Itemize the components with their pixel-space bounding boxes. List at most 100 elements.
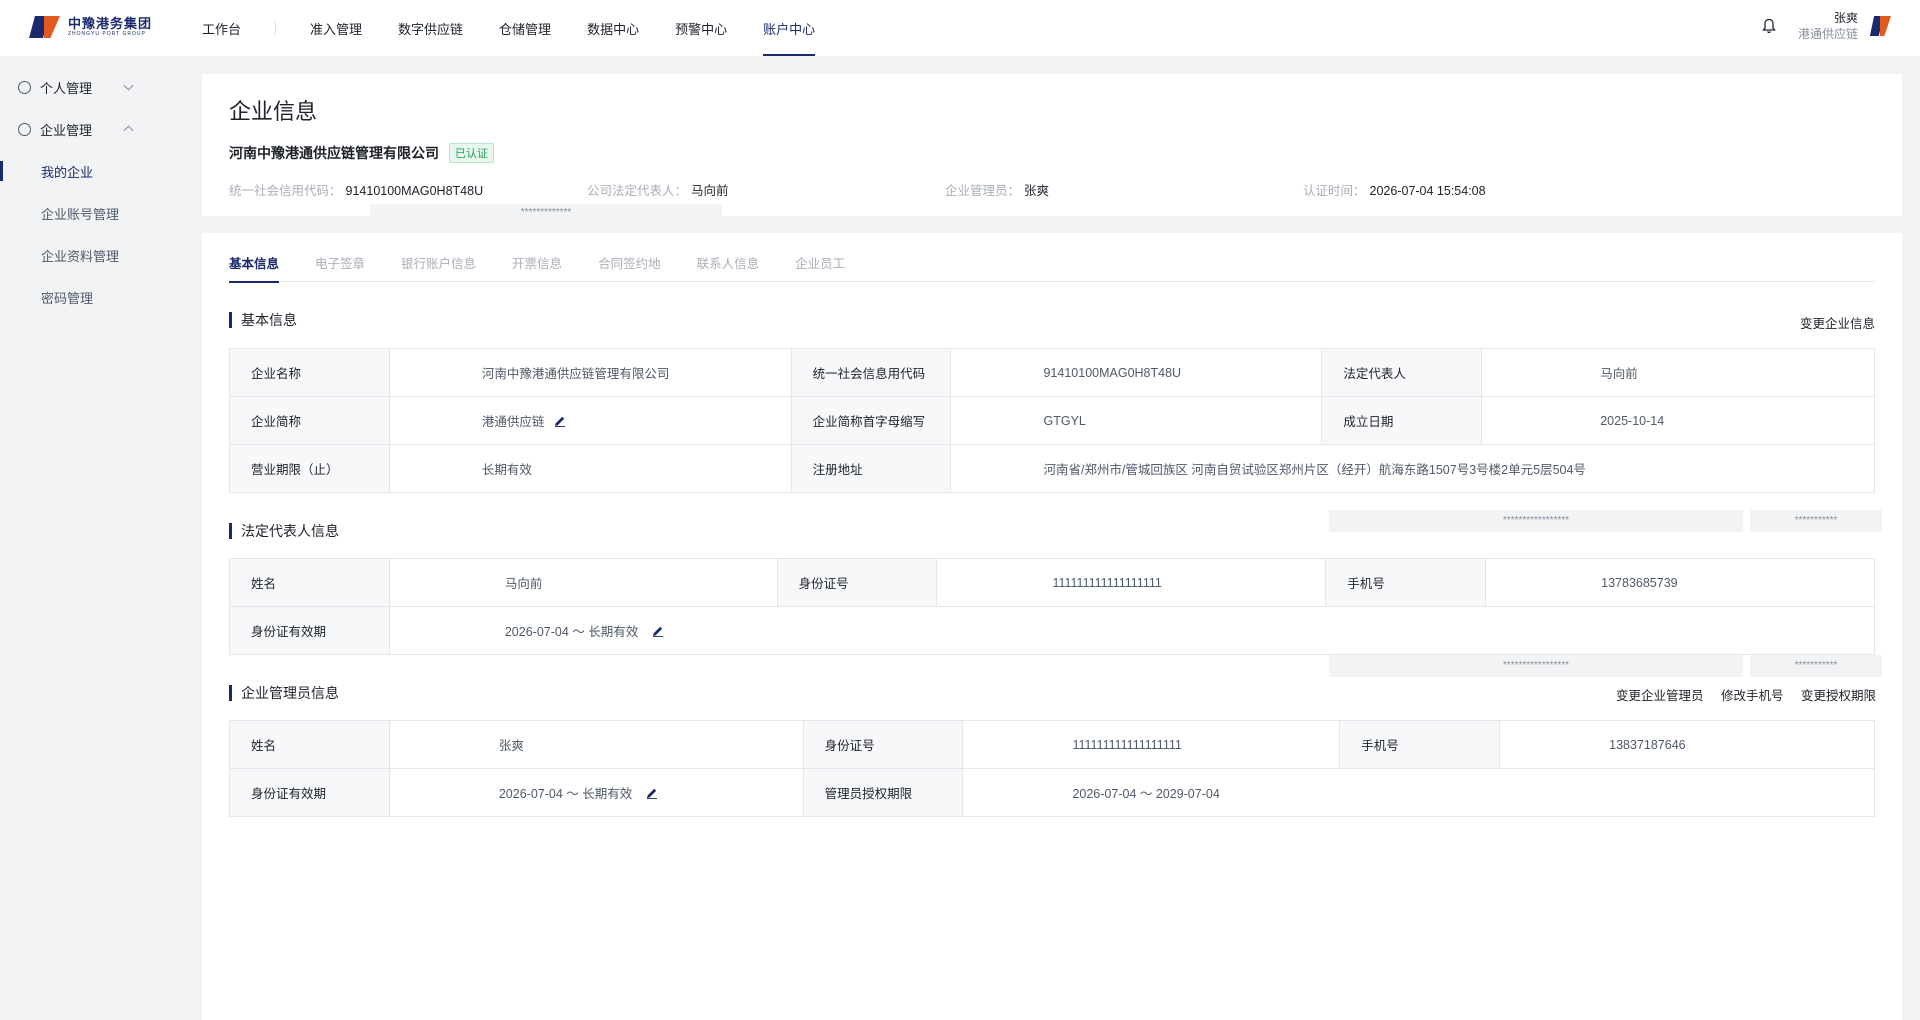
enterprise-header-card: 企业信息 河南中豫港通供应链管理有限公司 已认证 统一社会信用代码： 914101… xyxy=(202,74,1902,226)
label-legal-name: 姓名 xyxy=(229,558,390,607)
meta-admin: 企业管理员： 张爽 xyxy=(945,184,1050,198)
label-legal-rep: 法定代表人 xyxy=(1321,348,1483,397)
label-legal-id: 身份证号 xyxy=(776,558,938,607)
nav-data-center[interactable]: 数据中心 xyxy=(587,0,639,56)
brand-name-en: ZHONGYU PORT GROUP xyxy=(68,31,146,37)
masked-overlay: ************* xyxy=(370,204,722,226)
meta-legal-rep: 公司法定代表人： 马向前 xyxy=(587,184,729,198)
table-row: 姓名 马向前 身份证号 111111111111111111 手机号 13783… xyxy=(229,558,1875,607)
chevron-down-icon xyxy=(123,80,134,91)
meta-cert-time: 认证时间： 2026-07-04 15:54:08 xyxy=(1303,184,1486,198)
section-title-basic: 基本信息 xyxy=(229,312,297,328)
avatar[interactable] xyxy=(1869,15,1892,37)
change-auth-period-link[interactable]: 变更授权期限 xyxy=(1801,685,1876,704)
label-credit-code: 统一社会信息用代码 xyxy=(790,348,952,397)
nav-warehouse[interactable]: 仓储管理 xyxy=(499,0,551,56)
table-row: 身份证有效期 2026-07-04 ～ 长期有效 xyxy=(229,606,1876,655)
admin-table: 姓名 张爽 身份证号 111111111111111111 手机号 138371… xyxy=(229,720,1875,817)
page-title: 企业信息 xyxy=(229,99,318,124)
nav-alert-center[interactable]: 预警中心 xyxy=(675,0,727,56)
nav-account-center[interactable]: 账户中心 xyxy=(763,0,816,56)
tab-e-seal[interactable]: 电子签章 xyxy=(315,253,365,282)
section-title-admin: 企业管理员信息 xyxy=(229,685,339,701)
change-phone-link[interactable]: 修改手机号 xyxy=(1721,685,1784,704)
edit-pencil-icon[interactable] xyxy=(554,415,566,427)
user-info[interactable]: 张爽 港通供应链 xyxy=(1798,10,1858,42)
sidebar-item-my-enterprise[interactable]: 我的企业 xyxy=(0,150,190,192)
tab-bank-account[interactable]: 银行账户信息 xyxy=(401,253,476,282)
value-admin-phone: 13837187646 xyxy=(1499,720,1875,769)
value-admin-id: 111111111111111111 xyxy=(962,720,1341,769)
verified-badge: 已认证 xyxy=(449,143,494,163)
user-circle-icon xyxy=(18,80,31,94)
change-admin-link[interactable]: 变更企业管理员 xyxy=(1616,685,1704,704)
value-admin-validity: 2026-07-04 ～ 长期有效 xyxy=(498,787,633,801)
label-admin-phone: 手机号 xyxy=(1339,720,1501,769)
tab-employees[interactable]: 企业员工 xyxy=(795,253,845,282)
logo-mark-icon xyxy=(29,14,62,40)
brand-logo[interactable]: 中豫港务集团 ZHONGYU PORT GROUP xyxy=(29,14,153,40)
label-legal-validity: 身份证有效期 xyxy=(229,606,390,655)
value-company-name: 河南中豫港通供应链管理有限公司 xyxy=(388,348,792,397)
basic-info-table: 企业名称 河南中豫港通供应链管理有限公司 统一社会信息用代码 91410100M… xyxy=(229,348,1875,493)
table-row: 姓名 张爽 身份证号 111111111111111111 手机号 138371… xyxy=(229,720,1875,769)
sidebar-group-personal[interactable]: 个人管理 xyxy=(0,66,190,108)
masked-overlay: ***************** xyxy=(1329,510,1743,532)
label-legal-phone: 手机号 xyxy=(1325,558,1487,607)
meta-credit-code: 统一社会信用代码： 91410100MAG0H8T48U xyxy=(229,184,484,198)
tab-contract-location[interactable]: 合同签约地 xyxy=(598,253,661,282)
user-name: 张爽 xyxy=(1833,11,1858,25)
tab-contacts[interactable]: 联系人信息 xyxy=(697,253,760,282)
nav-admission[interactable]: 准入管理 xyxy=(310,0,362,56)
tab-bar: 基本信息 电子签章 银行账户信息 开票信息 合同签约地 联系人信息 企业员工 xyxy=(229,253,1875,283)
legal-rep-table: 姓名 马向前 身份证号 111111111111111111 手机号 13783… xyxy=(229,558,1876,655)
value-admin-name: 张爽 xyxy=(388,720,804,769)
masked-overlay: *********** xyxy=(1750,655,1882,677)
tab-basic-info[interactable]: 基本信息 xyxy=(229,253,280,283)
chevron-up-icon xyxy=(123,125,134,136)
value-abbr: GTGYL xyxy=(950,396,1323,445)
change-enterprise-info-link[interactable]: 变更企业信息 xyxy=(1800,313,1875,332)
brand-name: 中豫港务集团 xyxy=(68,16,153,31)
nav-digital-supply-chain[interactable]: 数字供应链 xyxy=(398,0,463,56)
table-row: 营业期限（止） 长期有效 注册地址 河南省/郑州市/管城回族区 河南自贸试验区郑… xyxy=(229,444,1875,493)
masked-overlay: ***************** xyxy=(1329,655,1743,677)
edit-pencil-icon[interactable] xyxy=(652,625,664,637)
enterprise-icon xyxy=(18,122,31,136)
bell-icon[interactable] xyxy=(1762,18,1776,34)
table-row: 企业简称 港通供应链 企业简称首字母缩写 GTGYL 成立日期 2025-10-… xyxy=(229,396,1875,445)
sidebar-group-label: 企业管理 xyxy=(40,122,93,138)
tab-invoice[interactable]: 开票信息 xyxy=(512,253,562,282)
nav-divider xyxy=(275,21,277,35)
value-legal-phone: 13783685739 xyxy=(1485,558,1875,607)
user-org: 港通供应链 xyxy=(1797,27,1858,41)
value-term: 长期有效 xyxy=(388,444,792,493)
label-abbr: 企业简称首字母缩写 xyxy=(790,396,952,445)
company-name: 河南中豫港通供应链管理有限公司 xyxy=(229,145,439,161)
value-address: 河南省/郑州市/管城回族区 河南自贸试验区郑州片区（经开）航海东路1507号3号… xyxy=(950,444,1875,493)
label-term: 营业期限（止） xyxy=(229,444,390,493)
label-admin-id: 身份证号 xyxy=(802,720,964,769)
value-legal-validity: 2026-07-04 ～ 长期有效 xyxy=(504,625,639,639)
sidebar-item-enterprise-documents[interactable]: 企业资料管理 xyxy=(0,234,190,276)
value-legal-id: 111111111111111111 xyxy=(936,558,1327,607)
sidebar-item-enterprise-accounts[interactable]: 企业账号管理 xyxy=(0,192,190,234)
value-legal-name: 马向前 xyxy=(388,558,778,607)
nav-workbench[interactable]: 工作台 xyxy=(202,0,241,56)
value-credit-code: 91410100MAG0H8T48U xyxy=(950,348,1323,397)
label-company-name: 企业名称 xyxy=(229,348,390,397)
label-admin-name: 姓名 xyxy=(229,720,390,769)
value-admin-auth: 2026-07-04 ～ 2029-07-04 xyxy=(962,768,1875,817)
edit-pencil-icon[interactable] xyxy=(646,787,658,799)
sidebar-item-password[interactable]: 密码管理 xyxy=(0,276,190,318)
label-short-name: 企业简称 xyxy=(229,396,390,445)
sidebar-group-enterprise[interactable]: 企业管理 xyxy=(0,108,190,150)
label-admin-validity: 身份证有效期 xyxy=(229,768,390,817)
section-title-legal: 法定代表人信息 xyxy=(229,523,339,539)
table-row: 身份证有效期 2026-07-04 ～ 长期有效 管理员授权期限 2026-07… xyxy=(229,768,1875,817)
table-row: 企业名称 河南中豫港通供应链管理有限公司 统一社会信息用代码 91410100M… xyxy=(229,348,1875,397)
value-short-name: 港通供应链 xyxy=(481,415,545,429)
label-admin-auth: 管理员授权期限 xyxy=(802,768,964,817)
masked-overlay: *********** xyxy=(1750,510,1882,532)
top-bar: 中豫港务集团 ZHONGYU PORT GROUP 工作台 准入管理 数字供应链… xyxy=(0,0,1920,56)
